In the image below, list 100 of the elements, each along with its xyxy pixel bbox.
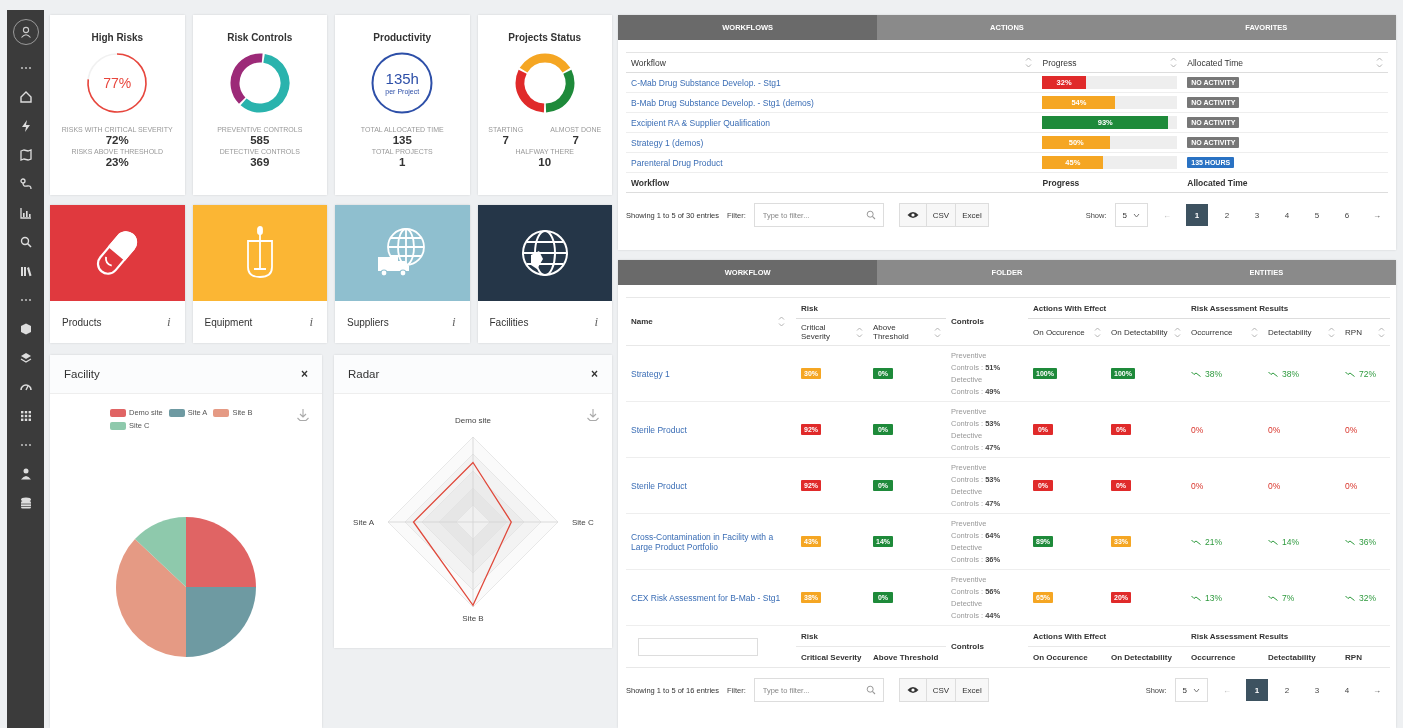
bar-chart-icon[interactable]	[18, 206, 33, 220]
category-tile[interactable]: Products i	[50, 205, 185, 343]
page-button[interactable]: 3	[1246, 204, 1268, 226]
trend-icon	[1268, 538, 1278, 545]
workflow-link[interactable]: Strategy 1 (demos)	[631, 137, 1033, 148]
column-footer: Allocated Time	[1187, 177, 1248, 188]
panel-title: Radar	[348, 368, 380, 380]
view-button[interactable]	[898, 203, 927, 227]
result-value: 0%	[1191, 480, 1204, 491]
workflow-link[interactable]: Strategy 1	[631, 368, 782, 379]
page-button[interactable]: 1	[1246, 679, 1268, 701]
page-button[interactable]: 4	[1336, 679, 1358, 701]
route-icon[interactable]	[18, 177, 33, 191]
ring-value: 135h	[385, 70, 419, 87]
page-button[interactable]: 2	[1276, 679, 1298, 701]
column-header: Risk	[801, 303, 818, 313]
page-button[interactable]: 3	[1306, 679, 1328, 701]
column-footer: Critical Severity	[801, 652, 862, 662]
stat-value: 23%	[105, 155, 129, 169]
search-icon[interactable]	[18, 235, 33, 249]
result-value: 72%	[1359, 368, 1377, 379]
info-icon[interactable]: i	[164, 314, 173, 330]
layers-icon[interactable]	[18, 351, 33, 365]
workflow-link[interactable]: C-Mab Drug Substance Develop. - Stg1	[631, 77, 1033, 88]
column-filter-field[interactable]	[638, 637, 758, 656]
column-footer: On Detectability	[1111, 652, 1172, 662]
info-icon[interactable]: i	[449, 314, 458, 330]
workflow-link[interactable]: Sterile Product	[631, 424, 782, 435]
caret-icon	[1193, 687, 1200, 693]
result-value: 36%	[1359, 536, 1377, 547]
search-icon	[865, 685, 876, 695]
trend-icon	[1345, 370, 1355, 377]
column-footer: Controls	[951, 642, 984, 651]
view-button[interactable]	[898, 678, 927, 702]
home-icon[interactable]	[18, 90, 33, 104]
person-icon[interactable]	[18, 467, 33, 481]
close-button[interactable]: ×	[299, 367, 310, 381]
page-button[interactable]: 5	[1306, 204, 1328, 226]
database-icon[interactable]	[18, 496, 33, 510]
page-size-select[interactable]: 5	[1174, 678, 1208, 702]
page-size-select[interactable]: 5	[1114, 203, 1148, 227]
column-header: Detectability	[1268, 327, 1312, 337]
workflow-link[interactable]: B-Mab Drug Substance Develop. - Stg1 (demos)	[631, 97, 1033, 108]
result-value: 0%	[1268, 424, 1281, 435]
close-button[interactable]: ×	[589, 367, 600, 381]
page-button[interactable]: 1	[1186, 204, 1208, 226]
axis-label: Site B	[462, 614, 484, 623]
result-value: 14%	[1282, 536, 1300, 547]
workflow-link[interactable]: Sterile Product	[631, 480, 782, 491]
tile-label: Suppliers	[347, 316, 389, 328]
donut-chart-drawing	[227, 51, 292, 115]
column-footer: Occurrence	[1191, 652, 1236, 662]
hexagon-icon[interactable]	[18, 322, 33, 336]
column-header: Controls	[951, 317, 984, 326]
stat-value: 369	[250, 155, 270, 169]
category-tile[interactable]: Suppliers i	[335, 205, 470, 343]
category-tile[interactable]: Facilities i	[477, 205, 612, 343]
axis-label: Site C	[572, 518, 594, 527]
column-footer: Workflow	[631, 177, 670, 188]
stat-value: 7	[502, 133, 509, 147]
next-button[interactable]: →	[1366, 679, 1388, 701]
column-footer: Progress	[1042, 177, 1080, 188]
stat-value: 585	[250, 133, 270, 147]
result-value: 38%	[1282, 368, 1300, 379]
trend-icon	[1268, 594, 1278, 601]
column-header: RPN	[1345, 327, 1362, 337]
next-button[interactable]: →	[1366, 204, 1388, 226]
grid-icon[interactable]	[18, 409, 33, 423]
books-icon[interactable]	[18, 264, 33, 278]
trend-icon	[1191, 538, 1201, 545]
page-button[interactable]: 6	[1336, 204, 1358, 226]
panel-title: Facility	[64, 368, 100, 380]
ring-drawing	[370, 51, 435, 115]
export-button[interactable]: Excel	[955, 678, 989, 702]
trend-icon	[1345, 594, 1355, 601]
trend-icon	[1191, 370, 1201, 377]
trend-icon	[1191, 594, 1201, 601]
column-header: Critical Severity	[801, 323, 831, 341]
workflow-link[interactable]: Excipient RA & Supplier Qualification	[631, 117, 1033, 128]
workflow-link[interactable]: CEX Risk Assessment for B-Mab - Stg1	[631, 592, 782, 603]
page-button[interactable]: 2	[1216, 204, 1238, 226]
column-footer: Detectability	[1268, 652, 1316, 662]
gauge-value: 77%	[103, 75, 132, 91]
caret-icon	[1133, 212, 1140, 218]
export-button[interactable]: Excel	[955, 203, 989, 227]
map-icon[interactable]	[18, 148, 33, 162]
result-value: 0%	[1191, 424, 1204, 435]
info-icon[interactable]: i	[307, 314, 315, 330]
category-tile[interactable]: Equipment i	[192, 205, 327, 343]
page-button[interactable]: 4	[1276, 204, 1298, 226]
stat-value: 1	[399, 155, 406, 169]
column-header: Workflow	[631, 57, 666, 68]
info-icon[interactable]: i	[592, 314, 600, 330]
workflow-link[interactable]: Cross-Contamination in Facility with a Large Product Portfolio	[631, 531, 782, 552]
column-header: Name	[631, 317, 653, 326]
trend-icon	[1345, 538, 1355, 545]
kpi-title: Projects Status	[508, 32, 582, 43]
column-header: Risk Assessment Results	[1191, 303, 1289, 313]
column-header: Occurrence	[1191, 327, 1233, 337]
workflow-link[interactable]: Parenteral Drug Product	[631, 157, 1033, 168]
